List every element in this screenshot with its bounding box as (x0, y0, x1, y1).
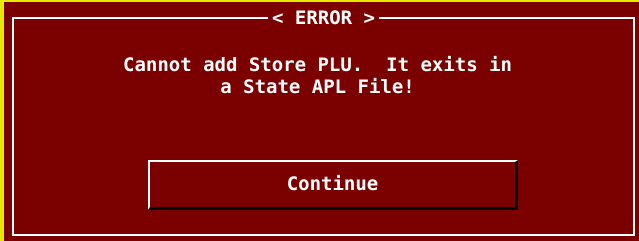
continue-button-label: Continue (286, 173, 379, 195)
error-message-line-1: Cannot add Store PLU. It exits in (123, 54, 512, 76)
continue-button[interactable]: Continue (148, 160, 518, 210)
error-screen: < ERROR > Cannot add Store PLU. It exits… (0, 0, 639, 241)
error-message: Cannot add Store PLU. It exits in a Stat… (4, 54, 631, 98)
error-message-line-2: a State APL File! (220, 76, 415, 98)
